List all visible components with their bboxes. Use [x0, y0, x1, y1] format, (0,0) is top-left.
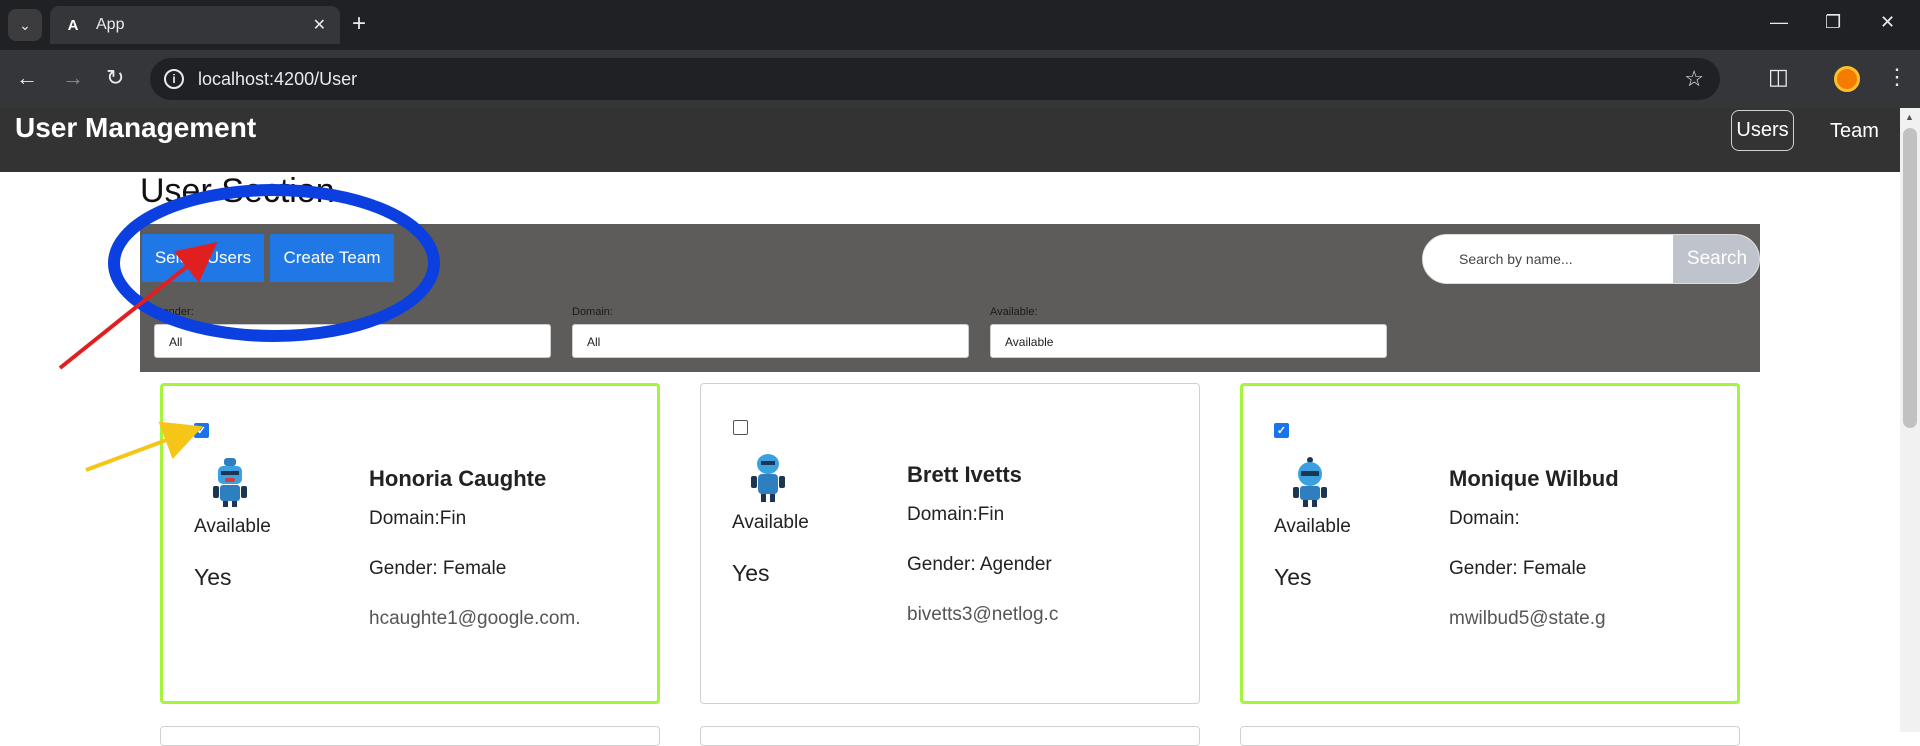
- available-filter-select[interactable]: Available: [990, 324, 1387, 358]
- user-card[interactable]: Available Yes Brett Ivetts Domain:Fin Ge…: [700, 383, 1200, 704]
- search-box: Search: [1422, 234, 1760, 284]
- window-close-icon[interactable]: ✕: [1880, 12, 1895, 33]
- search-button[interactable]: Search: [1673, 235, 1759, 283]
- user-card-partial[interactable]: [1240, 726, 1740, 746]
- user-domain: Domain:: [1449, 508, 1520, 529]
- bookmark-star-icon[interactable]: ☆: [1684, 66, 1704, 92]
- new-tab-icon[interactable]: +: [352, 10, 366, 38]
- nav-users-link[interactable]: Users: [1731, 110, 1794, 151]
- user-card[interactable]: ✓ Available Yes Monique Wilbud Domain: G…: [1240, 383, 1740, 704]
- restore-icon[interactable]: ❐: [1825, 12, 1841, 33]
- availability-label: Available: [194, 516, 271, 537]
- user-email: hcaughte1@google.com.: [369, 608, 581, 629]
- user-domain: Domain:Fin: [907, 504, 1005, 525]
- forward-arrow-icon[interactable]: →: [62, 66, 84, 90]
- scroll-up-icon[interactable]: ▲: [1905, 112, 1914, 122]
- user-domain: Domain:Fin: [369, 508, 467, 529]
- user-gender: Gender: Female: [1449, 558, 1587, 579]
- chevron-down-icon: ⌄: [19, 16, 31, 33]
- availability-label: Available: [732, 512, 809, 533]
- url-text[interactable]: localhost:4200/User: [198, 69, 1684, 90]
- browser-tab-bar: ⌄ A App ✕ + — ❐ ✕: [0, 0, 1920, 50]
- profile-avatar[interactable]: [1834, 66, 1860, 92]
- site-info-icon[interactable]: i: [164, 69, 184, 89]
- gender-filter-label: Gender:: [154, 306, 194, 318]
- user-name: Honoria Caughte: [369, 466, 547, 491]
- availability-value: Yes: [1274, 564, 1312, 590]
- back-arrow-icon[interactable]: ←: [16, 66, 38, 90]
- more-menu-icon[interactable]: ⋮: [1886, 64, 1908, 90]
- reload-icon[interactable]: ↻: [106, 66, 124, 90]
- user-card[interactable]: ✓ Available Yes Honoria Caughte Domain:F…: [160, 383, 660, 704]
- availability-label: Available: [1274, 516, 1351, 537]
- user-gender: Gender: Agender: [907, 554, 1052, 575]
- select-user-checkbox[interactable]: [733, 420, 748, 435]
- scroll-thumb[interactable]: [1903, 128, 1917, 428]
- user-name: Monique Wilbud: [1449, 466, 1619, 491]
- select-users-button[interactable]: Select Users: [142, 234, 264, 282]
- user-name: Brett Ivetts: [907, 462, 1022, 487]
- gender-filter-select[interactable]: All: [154, 324, 551, 358]
- create-team-button[interactable]: Create Team: [270, 234, 394, 282]
- user-email: mwilbud5@state.g: [1449, 608, 1606, 629]
- app-header: User Management Users Team: [0, 108, 1900, 172]
- select-user-checkbox[interactable]: ✓: [194, 423, 209, 438]
- section-title: User Section: [140, 172, 335, 210]
- page-scrollbar[interactable]: ▲: [1900, 108, 1920, 732]
- omnibox[interactable]: i localhost:4200/User ☆: [150, 58, 1720, 100]
- browser-address-bar: ← → ↻ i localhost:4200/User ☆ ◫ ⋮: [0, 50, 1920, 108]
- availability-value: Yes: [732, 560, 770, 586]
- user-email: bivetts3@netlog.c: [907, 604, 1059, 625]
- select-user-checkbox[interactable]: ✓: [1274, 423, 1289, 438]
- tab-title: App: [96, 16, 125, 33]
- app-title: User Management: [15, 112, 257, 143]
- availability-value: Yes: [194, 564, 232, 590]
- close-icon[interactable]: ✕: [313, 15, 326, 35]
- user-card-partial[interactable]: [700, 726, 1200, 746]
- angular-logo-icon: A: [67, 16, 79, 34]
- domain-filter-select[interactable]: All: [572, 324, 969, 358]
- filter-toolbar: Select Users Create Team Search Gender: …: [140, 224, 1760, 372]
- available-filter-label: Available:: [990, 306, 1038, 318]
- extensions-icon[interactable]: ◫: [1768, 64, 1789, 90]
- nav-team-link[interactable]: Team: [1830, 120, 1879, 143]
- robot-avatar-icon: [213, 458, 247, 507]
- domain-filter-label: Domain:: [572, 306, 613, 318]
- user-card-partial[interactable]: [160, 726, 660, 746]
- robot-avatar-icon: [1293, 457, 1327, 507]
- browser-tab[interactable]: A App ✕: [50, 6, 340, 44]
- robot-avatar-icon: [751, 454, 785, 502]
- user-gender: Gender: Female: [369, 558, 507, 579]
- search-input[interactable]: [1423, 235, 1673, 283]
- tab-search-button[interactable]: ⌄: [8, 9, 42, 41]
- minimize-icon[interactable]: —: [1770, 12, 1788, 33]
